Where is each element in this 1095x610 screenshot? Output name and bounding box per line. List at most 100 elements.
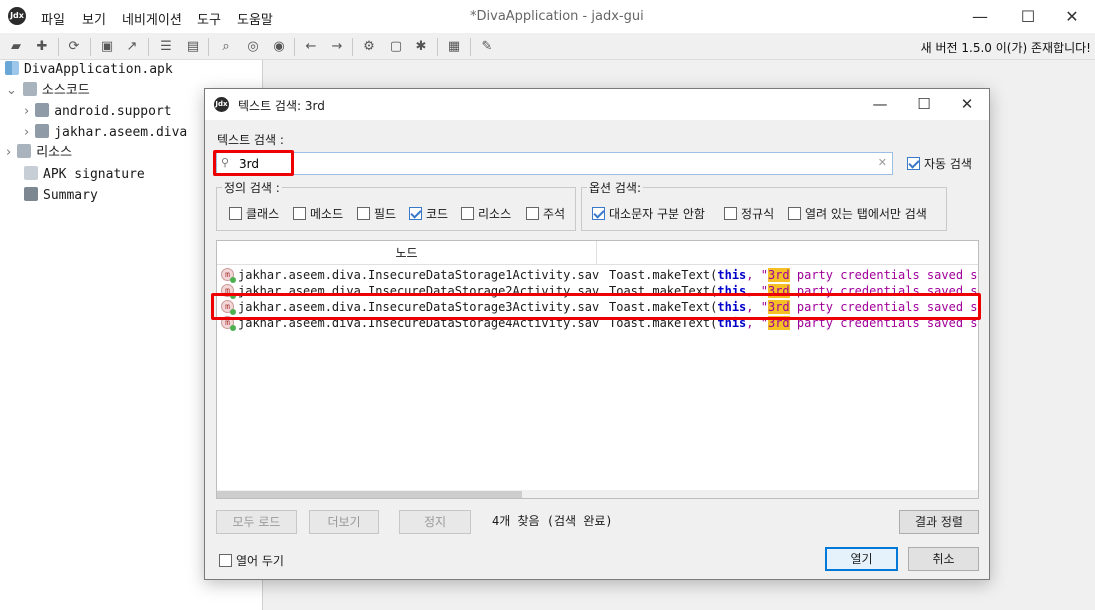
results-header: 노드 [217,241,978,265]
certificate-icon [24,166,38,180]
deobfuscation-icon[interactable]: ▢ [386,37,406,57]
checkbox-icon[interactable] [526,207,539,220]
checkbox-comment[interactable]: 주석 [526,205,565,222]
checkbox-icon[interactable] [409,207,422,220]
cancel-button[interactable]: 취소 [908,547,979,571]
jadx-logo-icon: Jdx [214,97,229,112]
checkbox-label: 대소문자 구분 안함 [609,207,705,221]
menu-help[interactable]: 도움말 [237,9,273,28]
checkbox-icon[interactable] [724,207,737,220]
checkbox-icon[interactable] [907,157,920,170]
log-viewer-icon[interactable]: ▦ [444,37,464,57]
checkbox-ignore-case[interactable]: 대소문자 구분 안함 [592,205,705,222]
update-notice[interactable]: 새 버전 1.5.0 이(가) 존재합니다! [921,39,1091,56]
search-input[interactable] [239,155,859,173]
minimize-button[interactable]: — [957,0,1003,33]
checkbox-icon[interactable] [357,207,370,220]
table-row[interactable]: m jakhar.aseem.diva.InsecureDataStorage1… [217,267,979,283]
tree-item-apk[interactable]: DivaApplication.apk [5,60,173,80]
menu-view[interactable]: 보기 [82,9,106,28]
jadx-logo-icon: Jdx [8,7,26,25]
tree-item-resources[interactable]: › 리소스 [6,143,72,163]
checkbox-field[interactable]: 필드 [357,205,396,222]
checkbox-regex[interactable]: 정규식 [724,205,774,222]
dialog-maximize-button[interactable]: ☐ [902,89,946,120]
chevron-right-icon[interactable]: › [24,125,29,140]
checkbox-label: 코드 [426,207,449,221]
search-class-icon[interactable]: ◎ [243,37,263,57]
menu-navigation[interactable]: 네비게이션 [122,9,182,28]
clear-icon[interactable]: ✕ [878,156,887,169]
checkbox-icon[interactable] [592,207,605,220]
checkbox-icon[interactable] [219,554,232,567]
menu-file[interactable]: 파일 [41,9,65,28]
close-button[interactable]: ✕ [1049,0,1095,33]
tree-item-label: jakhar.aseem.diva [54,125,188,140]
load-more-button[interactable]: 더보기 [309,510,379,534]
search-text-icon[interactable]: ⌕ [216,37,236,57]
tree-item-label: 리소스 [36,145,73,160]
debug-bug-icon[interactable]: ✱ [411,37,431,57]
open-button[interactable]: 열기 [825,547,898,571]
dialog-minimize-button[interactable]: — [858,89,902,120]
open-folder-icon[interactable]: ▰ [6,37,26,57]
checkbox-label: 자동 검색 [924,157,972,171]
tree-item-package[interactable]: › android.support [24,102,172,122]
quark-icon[interactable]: ⚙ [359,37,379,57]
checkbox-icon[interactable] [461,207,474,220]
back-arrow-icon[interactable]: ← [301,37,321,57]
results-table: 노드 m jakhar.aseem.diva.InsecureDataStora… [216,240,979,499]
checkbox-icon[interactable] [229,207,242,220]
stop-button[interactable]: 정지 [399,510,471,534]
checkbox-resource[interactable]: 리소스 [461,205,511,222]
keep-open-checkbox[interactable]: 열어 두기 [219,552,284,569]
toolbar-separator [58,38,59,56]
search-usage-icon[interactable]: ◉ [269,37,289,57]
load-all-button[interactable]: 모두 로드 [216,510,297,534]
text-search-dialog: Jdx 텍스트 검색: 3rd — ☐ ✕ 텍스트 검색 : ⚲ ✕ 자동 검색… [204,88,990,580]
annotation-highlight-box [213,150,294,176]
checkbox-open-tabs-only[interactable]: 열려 있는 탭에서만 검색 [788,205,927,222]
column-header-node[interactable]: 노드 [217,241,597,265]
maximize-button[interactable]: ☐ [1005,0,1051,33]
checkbox-code[interactable]: 코드 [409,205,448,222]
scrollbar-thumb[interactable] [217,491,522,498]
settings-wrench-icon[interactable]: ✎ [477,37,497,57]
search-field[interactable]: ⚲ ✕ [216,152,893,175]
auto-search-checkbox[interactable]: 자동 검색 [907,155,972,172]
tree-item-source[interactable]: ⌄ 소스코드 [6,81,90,101]
sync-tree-icon[interactable]: ☰ [156,37,176,57]
flatten-packages-icon[interactable]: ▤ [183,37,203,57]
toolbar-separator [352,38,353,56]
toolbar-separator [470,38,471,56]
save-icon[interactable]: ▣ [97,37,117,57]
search-label: 텍스트 검색 : [217,133,284,147]
chevron-right-icon[interactable]: › [6,145,11,160]
tree-item-package[interactable]: › jakhar.aseem.diva [24,123,187,143]
resources-icon [17,144,32,158]
checkbox-icon[interactable] [293,207,306,220]
forward-arrow-icon[interactable]: → [327,37,347,57]
horizontal-scrollbar[interactable] [217,490,978,498]
tree-item-summary[interactable]: Summary [24,186,98,206]
dialog-close-button[interactable]: ✕ [945,89,989,120]
checkbox-class[interactable]: 클래스 [229,205,279,222]
checkbox-method[interactable]: 메소드 [293,205,343,222]
folder-icon [35,124,50,138]
menu-tools[interactable]: 도구 [197,9,221,28]
dialog-title-bar: Jdx 텍스트 검색: 3rd — ☐ ✕ [205,89,989,120]
chevron-down-icon[interactable]: ⌄ [6,83,17,98]
export-icon[interactable]: ↗ [122,37,142,57]
checkbox-icon[interactable] [788,207,801,220]
result-code: Toast.makeText(this, "3rd party credenti… [609,268,979,282]
reload-icon[interactable]: ⟳ [64,37,84,57]
tree-item-label: DivaApplication.apk [24,62,173,77]
chevron-right-icon[interactable]: › [24,104,29,119]
sort-results-button[interactable]: 결과 정렬 [899,510,979,534]
toolbar-separator [208,38,209,56]
add-file-icon[interactable]: ✚ [32,37,52,57]
title-bar: Jdx 파일 보기 네비게이션 도구 도움말 *DivaApplication … [0,0,1095,33]
tree-item-apk-signature[interactable]: APK signature [24,165,145,185]
checkbox-label: 메소드 [310,207,344,221]
toolbar-separator [90,38,91,56]
